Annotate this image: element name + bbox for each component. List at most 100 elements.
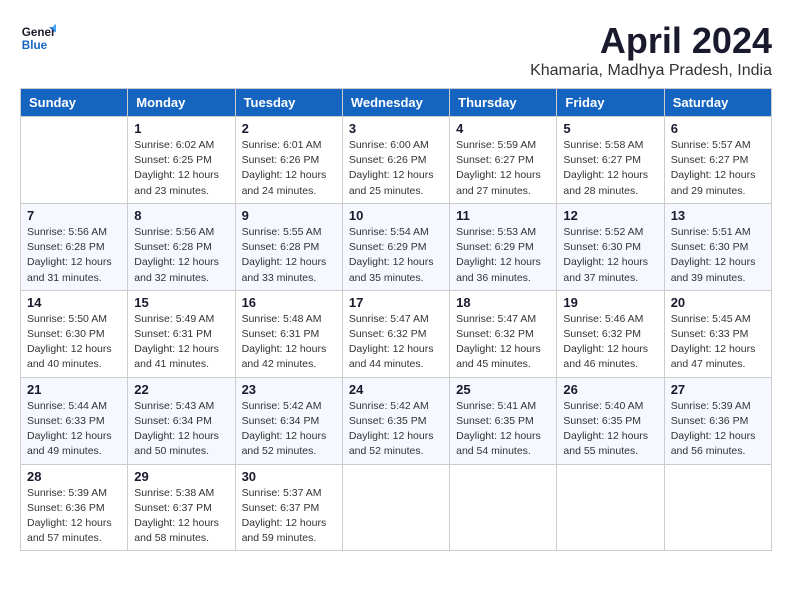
calendar-day-cell [557, 464, 664, 551]
day-number: 21 [27, 382, 121, 397]
day-number: 24 [349, 382, 443, 397]
day-info: Sunrise: 5:41 AMSunset: 6:35 PMDaylight:… [456, 399, 550, 460]
calendar-day-cell: 1 Sunrise: 6:02 AMSunset: 6:25 PMDaylight… [128, 117, 235, 204]
day-number: 5 [563, 121, 657, 136]
day-info: Sunrise: 5:38 AMSunset: 6:37 PMDaylight:… [134, 486, 228, 547]
day-number: 9 [242, 208, 336, 223]
day-number: 1 [134, 121, 228, 136]
day-info: Sunrise: 5:42 AMSunset: 6:34 PMDaylight:… [242, 399, 336, 460]
calendar-day-cell: 17Sunrise: 5:47 AMSunset: 6:32 PMDayligh… [342, 290, 449, 377]
day-info: Sunrise: 5:59 AMSunset: 6:27 PMDaylight:… [456, 138, 550, 199]
day-number: 8 [134, 208, 228, 223]
calendar-day-cell [664, 464, 771, 551]
day-number: 11 [456, 208, 550, 223]
day-info: Sunrise: 5:47 AMSunset: 6:32 PMDaylight:… [349, 312, 443, 373]
day-number: 10 [349, 208, 443, 223]
calendar-day-cell: 30Sunrise: 5:37 AMSunset: 6:37 PMDayligh… [235, 464, 342, 551]
weekday-header-cell: Monday [128, 89, 235, 117]
calendar-week-row: 21 Sunrise: 5:44 AMSunset: 6:33 PMDayligh… [21, 377, 772, 464]
day-info: Sunrise: 5:58 AMSunset: 6:27 PMDaylight:… [563, 138, 657, 199]
weekday-header-cell: Sunday [21, 89, 128, 117]
calendar-day-cell: 22 Sunrise: 5:43 AMSunset: 6:34 PMDayligh… [128, 377, 235, 464]
calendar-day-cell: 6 Sunrise: 5:57 AMSunset: 6:27 PMDaylight… [664, 117, 771, 204]
calendar-day-cell: 16 Sunrise: 5:48 AMSunset: 6:31 PMDayligh… [235, 290, 342, 377]
day-number: 30 [242, 469, 336, 484]
day-info: Sunrise: 5:48 AMSunset: 6:31 PMDaylight:… [242, 312, 336, 373]
calendar-day-cell: 10Sunrise: 5:54 AMSunset: 6:29 PMDayligh… [342, 203, 449, 290]
day-number: 14 [27, 295, 121, 310]
day-info: Sunrise: 5:57 AMSunset: 6:27 PMDaylight:… [671, 138, 765, 199]
calendar-day-cell: 23 Sunrise: 5:42 AMSunset: 6:34 PMDayligh… [235, 377, 342, 464]
calendar-day-cell: 3Sunrise: 6:00 AMSunset: 6:26 PMDaylight… [342, 117, 449, 204]
calendar-table: SundayMondayTuesdayWednesdayThursdayFrid… [20, 88, 772, 551]
day-number: 18 [456, 295, 550, 310]
calendar-day-cell: 15 Sunrise: 5:49 AMSunset: 6:31 PMDayligh… [128, 290, 235, 377]
weekday-header-row: SundayMondayTuesdayWednesdayThursdayFrid… [21, 89, 772, 117]
day-number: 12 [563, 208, 657, 223]
calendar-day-cell: 13Sunrise: 5:51 AMSunset: 6:30 PMDayligh… [664, 203, 771, 290]
logo: General Blue [20, 20, 56, 56]
day-info: Sunrise: 5:52 AMSunset: 6:30 PMDaylight:… [563, 225, 657, 286]
calendar-day-cell: 19 Sunrise: 5:46 AMSunset: 6:32 PMDayligh… [557, 290, 664, 377]
calendar-day-cell: 26Sunrise: 5:40 AMSunset: 6:35 PMDayligh… [557, 377, 664, 464]
day-info: Sunrise: 5:42 AMSunset: 6:35 PMDaylight:… [349, 399, 443, 460]
day-info: Sunrise: 6:01 AMSunset: 6:26 PMDaylight:… [242, 138, 336, 199]
calendar-day-cell: 25 Sunrise: 5:41 AMSunset: 6:35 PMDayligh… [450, 377, 557, 464]
calendar-day-cell [342, 464, 449, 551]
day-number: 4 [456, 121, 550, 136]
calendar-week-row: 1 Sunrise: 6:02 AMSunset: 6:25 PMDaylight… [21, 117, 772, 204]
calendar-day-cell: 21 Sunrise: 5:44 AMSunset: 6:33 PMDayligh… [21, 377, 128, 464]
location-title: Khamaria, Madhya Pradesh, India [530, 62, 772, 80]
calendar-day-cell [21, 117, 128, 204]
logo-icon: General Blue [20, 20, 56, 56]
day-number: 22 [134, 382, 228, 397]
calendar-day-cell: 7 Sunrise: 5:56 AMSunset: 6:28 PMDaylight… [21, 203, 128, 290]
day-number: 3 [349, 121, 443, 136]
day-number: 23 [242, 382, 336, 397]
calendar-day-cell: 29 Sunrise: 5:38 AMSunset: 6:37 PMDayligh… [128, 464, 235, 551]
day-info: Sunrise: 5:44 AMSunset: 6:33 PMDaylight:… [27, 399, 121, 460]
day-number: 15 [134, 295, 228, 310]
day-number: 29 [134, 469, 228, 484]
calendar-day-cell: 9Sunrise: 5:55 AMSunset: 6:28 PMDaylight… [235, 203, 342, 290]
calendar-day-cell: 11Sunrise: 5:53 AMSunset: 6:29 PMDayligh… [450, 203, 557, 290]
day-number: 19 [563, 295, 657, 310]
weekday-header-cell: Saturday [664, 89, 771, 117]
calendar-day-cell: 4 Sunrise: 5:59 AMSunset: 6:27 PMDaylight… [450, 117, 557, 204]
calendar-body: 1 Sunrise: 6:02 AMSunset: 6:25 PMDaylight… [21, 117, 772, 551]
day-info: Sunrise: 6:02 AMSunset: 6:25 PMDaylight:… [134, 138, 228, 199]
svg-text:Blue: Blue [22, 39, 48, 52]
title-area: April 2024 Khamaria, Madhya Pradesh, Ind… [530, 20, 772, 80]
calendar-day-cell: 27Sunrise: 5:39 AMSunset: 6:36 PMDayligh… [664, 377, 771, 464]
day-number: 27 [671, 382, 765, 397]
day-info: Sunrise: 5:56 AMSunset: 6:28 PMDaylight:… [134, 225, 228, 286]
calendar-day-cell [450, 464, 557, 551]
day-number: 7 [27, 208, 121, 223]
calendar-day-cell: 20 Sunrise: 5:45 AMSunset: 6:33 PMDayligh… [664, 290, 771, 377]
calendar-day-cell: 18 Sunrise: 5:47 AMSunset: 6:32 PMDayligh… [450, 290, 557, 377]
month-title: April 2024 [530, 20, 772, 62]
calendar-day-cell: 2 Sunrise: 6:01 AMSunset: 6:26 PMDaylight… [235, 117, 342, 204]
calendar-day-cell: 5 Sunrise: 5:58 AMSunset: 6:27 PMDaylight… [557, 117, 664, 204]
day-info: Sunrise: 5:47 AMSunset: 6:32 PMDaylight:… [456, 312, 550, 373]
calendar-week-row: 7 Sunrise: 5:56 AMSunset: 6:28 PMDaylight… [21, 203, 772, 290]
day-number: 16 [242, 295, 336, 310]
day-info: Sunrise: 5:43 AMSunset: 6:34 PMDaylight:… [134, 399, 228, 460]
day-number: 25 [456, 382, 550, 397]
weekday-header-cell: Friday [557, 89, 664, 117]
weekday-header-cell: Tuesday [235, 89, 342, 117]
day-number: 6 [671, 121, 765, 136]
page-header: General Blue April 2024 Khamaria, Madhya… [20, 20, 772, 80]
day-info: Sunrise: 5:45 AMSunset: 6:33 PMDaylight:… [671, 312, 765, 373]
calendar-day-cell: 14Sunrise: 5:50 AMSunset: 6:30 PMDayligh… [21, 290, 128, 377]
calendar-week-row: 14Sunrise: 5:50 AMSunset: 6:30 PMDayligh… [21, 290, 772, 377]
calendar-day-cell: 12 Sunrise: 5:52 AMSunset: 6:30 PMDayligh… [557, 203, 664, 290]
day-number: 2 [242, 121, 336, 136]
calendar-week-row: 28Sunrise: 5:39 AMSunset: 6:36 PMDayligh… [21, 464, 772, 551]
day-info: Sunrise: 5:49 AMSunset: 6:31 PMDaylight:… [134, 312, 228, 373]
day-number: 20 [671, 295, 765, 310]
weekday-header-cell: Wednesday [342, 89, 449, 117]
day-info: Sunrise: 5:46 AMSunset: 6:32 PMDaylight:… [563, 312, 657, 373]
day-info: Sunrise: 5:56 AMSunset: 6:28 PMDaylight:… [27, 225, 121, 286]
day-info: Sunrise: 5:39 AMSunset: 6:36 PMDaylight:… [27, 486, 121, 547]
